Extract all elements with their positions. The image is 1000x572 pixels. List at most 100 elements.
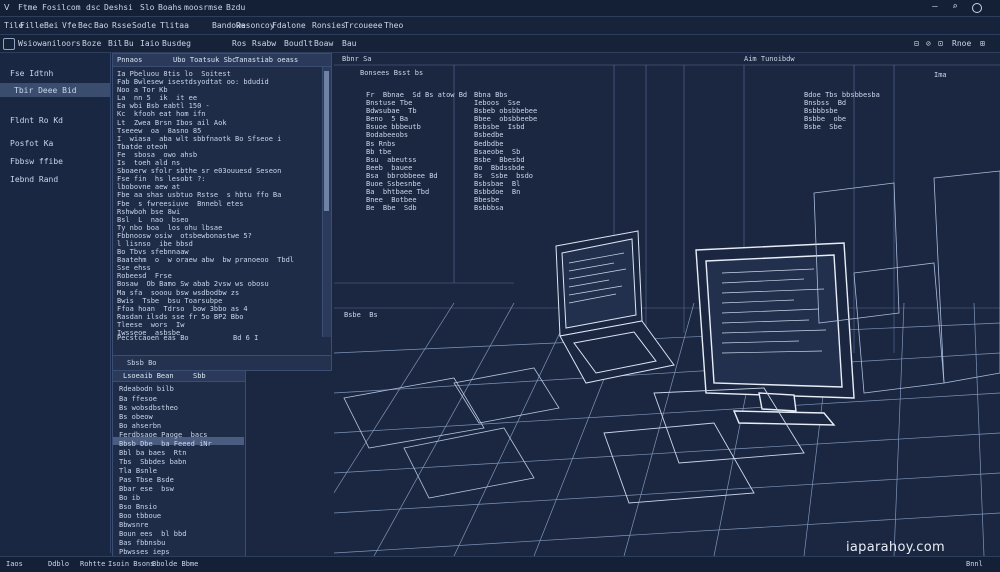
- code-line: Bs Rnbs: [366, 139, 396, 148]
- view-icon[interactable]: ⊡: [938, 39, 943, 48]
- menu-item[interactable]: Vfe: [62, 21, 76, 30]
- code-line: Bs Ssbe bsdo: [474, 171, 534, 180]
- menu-item[interactable]: Fdalone: [272, 21, 306, 30]
- toolbar-button[interactable]: Ros: [232, 39, 246, 48]
- editor-tab[interactable]: Ubo Toatsuk Sbc: [173, 56, 236, 64]
- menu-item[interactable]: Ronsies: [312, 21, 346, 30]
- blueprint-canvas[interactable]: Bbnr Sa Aim Tunoibdw Ima Bonsees Bsst bs…: [293, 53, 1000, 557]
- toolbar-button[interactable]: Wsiowaniloors: [18, 39, 81, 48]
- search-icon[interactable]: ⌕: [950, 2, 960, 12]
- editor-footer-right: Bd 6 I: [233, 334, 259, 342]
- canvas-sub-header: Bsbe Bs: [344, 311, 378, 319]
- toolbar-button[interactable]: Rsabw: [252, 39, 276, 48]
- watermark: iaparahoy.com: [846, 540, 945, 555]
- code-line: Ty nbo boa los ohu lbsae: [117, 223, 223, 232]
- status-item-right: Bnnl: [966, 560, 983, 568]
- code-line: Ba bhtbaee Tbd: [366, 188, 430, 197]
- code-line: Rshwboh bse 8wi: [117, 207, 181, 216]
- lower-list-panel: Lsoeaib Bean Sbb Rdeabodn bilb Ba ffesoe…: [112, 370, 246, 558]
- toolbar-button[interactable]: Rnoe: [952, 39, 971, 48]
- list-item: Boun ees bl bbd: [119, 530, 187, 538]
- code-line: Fse fin hs lesobt ?:: [117, 175, 206, 184]
- code-line: Fr Bbnae Sd Bs atow Bd: [366, 91, 468, 99]
- code-line: Bnee Botbee: [366, 196, 417, 205]
- menu-item[interactable]: Tlitaa: [160, 21, 189, 30]
- editor-tab[interactable]: Tanastiab oeass: [235, 56, 298, 64]
- lower-list[interactable]: Ba ffesoe Bs wobsdbstheo Bs obeow Bo ahserb…: [119, 395, 212, 557]
- code-area[interactable]: Ia Pbeluou 8tis lo Soitest Fab Bwlesew is…: [117, 70, 294, 337]
- menu-item[interactable]: Rsse: [112, 21, 131, 30]
- settings-icon[interactable]: ⊘: [926, 39, 931, 48]
- canvas-header-mid: Aim Tunoibdw: [744, 55, 795, 63]
- code-line: Bsbe Bbesbd: [474, 155, 525, 164]
- code-line: I wiasa aba wlt sbbfnaotk Bo Sfseoe i: [117, 134, 282, 143]
- code-line: Be Bbe Sdb: [366, 204, 417, 213]
- menu-item[interactable]: Bei: [44, 21, 58, 30]
- menu-bar: Tile Fille Bei Vfe Bec Bao Rsse Sodle Tl…: [0, 17, 1000, 35]
- toolbar: Wsiowaniloors Boze Bil Bu Iaio Busdeg Ro…: [0, 35, 1000, 53]
- toolbar-menu-icon[interactable]: [3, 38, 15, 50]
- code-line: Bsa bbrobbeee Bd: [366, 171, 438, 180]
- menu-item[interactable]: Trcoueee: [344, 21, 383, 30]
- monitor-illustration: [695, 242, 855, 426]
- toolbar-button[interactable]: Bu: [124, 39, 134, 48]
- code-line: Bsbbbsbe: [804, 107, 838, 116]
- minimize-icon[interactable]: —: [930, 2, 940, 12]
- status-item: Ddblo: [48, 560, 70, 568]
- grid-icon[interactable]: ⊞: [980, 39, 985, 48]
- sidebar-item[interactable]: Tbir Deee Bid: [14, 86, 77, 95]
- list-item: Bbar ese bsw: [119, 485, 174, 493]
- title-item: dsc: [86, 3, 101, 12]
- menu-item[interactable]: Theo: [384, 21, 403, 30]
- menu-item[interactable]: Sodle: [132, 21, 156, 30]
- code-line: Fbe aa shas usbtuo Rstse s hbtu ffo Ba: [117, 191, 282, 200]
- layout-icon[interactable]: ⊟: [914, 39, 919, 48]
- app-menu-icon[interactable]: ᐯ: [4, 3, 9, 12]
- code-line: Kc kfooh eat hom ifn: [117, 110, 206, 119]
- code-line: Bwis Tsbe bsu Toarsubpe: [117, 296, 223, 305]
- status-item: Rohtte: [80, 560, 106, 568]
- toolbar-button[interactable]: Boze: [82, 39, 101, 48]
- editor-footer: Pecstcaoen eas Bo: [117, 334, 189, 342]
- code-line: Bsbbe obe: [804, 115, 847, 124]
- toolbar-button[interactable]: Bau: [342, 39, 356, 48]
- toolbar-button[interactable]: Boaw: [314, 39, 333, 48]
- sidebar-item[interactable]: Posfot Ka: [10, 139, 53, 148]
- keyboard-left: [343, 367, 560, 499]
- code-line: Sse ehss: [117, 264, 151, 273]
- sidebar-item[interactable]: Fldnt Ro Kd: [10, 116, 63, 125]
- code-line: Fbbnoosw osiw otsbewbonastwe 5?: [117, 231, 252, 240]
- code-line: lbobovne aew at: [117, 183, 181, 192]
- code-line: Bsbsbae Bl: [474, 180, 521, 189]
- list-item: Bas fbbnsbu: [119, 539, 166, 547]
- toolbar-button[interactable]: Iaio: [140, 39, 159, 48]
- mini-header-label: Sbsb Bo: [127, 359, 157, 367]
- title-item: Boahs: [158, 3, 183, 12]
- sidebar-item[interactable]: Fbbsw ffibe: [10, 157, 63, 166]
- menu-item[interactable]: Bao: [94, 21, 108, 30]
- toolbar-button[interactable]: Boudlt: [284, 39, 313, 48]
- scrollbar-thumb[interactable]: [324, 71, 329, 211]
- sidebar-item[interactable]: Iebnd Rand: [10, 175, 58, 184]
- code-line: Ea wbi Bsb eabtl 150 -: [117, 102, 210, 111]
- code-line: Bdwsubae Tb: [366, 107, 417, 116]
- toolbar-button[interactable]: Busdeg: [162, 39, 191, 48]
- toolbar-button[interactable]: Bil: [108, 39, 122, 48]
- code-line: Sboaerw sfolr sbthe sr e03ouuesd Seseon: [117, 167, 282, 176]
- editor-tab[interactable]: Pnnaos: [117, 56, 142, 64]
- code-line: Ia Pbeluou 8tis lo Soitest: [117, 70, 231, 78]
- code-line: Bsl L nao bseo: [117, 215, 189, 224]
- list-item: Bso Bnsio: [119, 503, 157, 511]
- code-line: Bsbeb obsbbebee: [474, 107, 538, 116]
- menu-item[interactable]: Bec: [78, 21, 92, 30]
- maximize-icon[interactable]: □: [972, 3, 982, 13]
- lower-panel-right: Sbb: [193, 372, 206, 380]
- lower-panel-tab[interactable]: Rdeabodn bilb: [119, 385, 174, 393]
- code-line: Bedbdbe: [474, 139, 504, 148]
- editor-scrollbar[interactable]: [322, 67, 331, 337]
- title-item: Slo: [140, 3, 155, 12]
- menu-item[interactable]: Fille: [20, 21, 44, 30]
- menu-item[interactable]: Rasoncoy: [236, 21, 275, 30]
- code-line: Tleese wors Iw: [117, 320, 185, 329]
- sidebar-header: Fse Idtnh: [10, 69, 54, 78]
